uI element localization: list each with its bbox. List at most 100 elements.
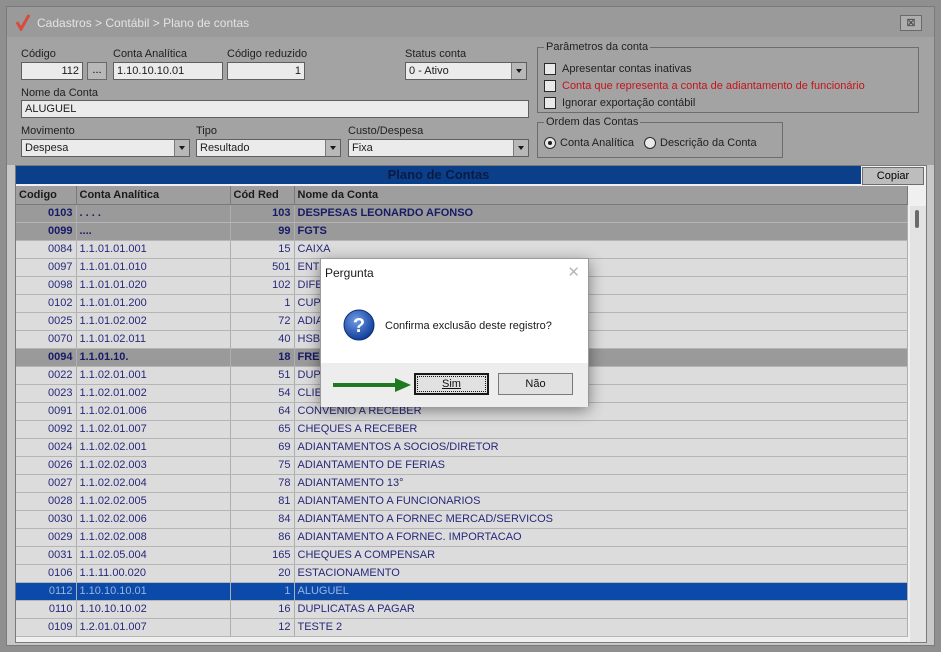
conta-analitica-field[interactable]: 1.10.10.10.01 xyxy=(113,62,223,80)
table-row[interactable]: 0106 1.1.11.00.020 20 ESTACIONAMENTO xyxy=(16,564,908,583)
custo-label: Custo/Despesa xyxy=(348,125,424,137)
cell-cod-red: 84 xyxy=(230,510,295,529)
nome-field[interactable]: ALUGUEL xyxy=(21,100,529,118)
yes-label: Sim xyxy=(442,378,461,390)
cell-codigo: 0024 xyxy=(16,438,77,457)
codigo-lookup-button[interactable]: ... xyxy=(87,62,107,80)
cell-conta-analitica: 1.10.10.10.01 xyxy=(76,582,231,601)
cell-nome: DUPLICATAS A PAGAR xyxy=(294,600,908,619)
cell-cod-red: 1 xyxy=(230,294,295,313)
vertical-scrollbar[interactable] xyxy=(910,206,926,642)
cell-conta-analitica: 1.1.02.02.006 xyxy=(76,510,231,529)
ordem-conta-analitica-radio[interactable]: Conta Analítica Descrição da Conta xyxy=(544,135,757,150)
table-row[interactable]: 0028 1.1.02.02.005 81 ADIANTAMENTO A FUNCIO… xyxy=(16,492,908,511)
cell-codigo: 0028 xyxy=(16,492,77,511)
checkbox-box[interactable] xyxy=(544,79,556,92)
codigo-field[interactable]: 112 xyxy=(21,62,83,80)
cell-nome: DESPESAS LEONARDO AFONSO xyxy=(294,204,908,223)
cell-cod-red: 51 xyxy=(230,366,295,385)
table-row[interactable]: 0026 1.1.02.02.003 75 ADIANTAMENTO DE FERIA… xyxy=(16,456,908,475)
svg-text:?: ? xyxy=(353,315,365,337)
codigo-reduzido-label: Código reduzido xyxy=(227,48,308,60)
checkbox-box[interactable] xyxy=(544,62,556,75)
cell-conta-analitica: 1.10.10.10.02 xyxy=(76,600,231,619)
table-row[interactable]: 0112 1.10.10.10.01 1 ALUGUEL xyxy=(16,582,908,601)
confirm-dialog: Pergunta ✕ ? Confirma exclusão deste reg… xyxy=(320,258,589,407)
cell-nome: ADIANTAMENTO 13° xyxy=(294,474,908,493)
table-row[interactable]: 0031 1.1.02.05.004 165 CHEQUES A COMPENSAR xyxy=(16,546,908,565)
cell-conta-analitica: 1.1.02.01.002 xyxy=(76,384,231,403)
cell-cod-red: 86 xyxy=(230,528,295,547)
cell-cod-red: 165 xyxy=(230,546,295,565)
chevron-down-icon[interactable] xyxy=(325,140,340,156)
cell-cod-red: 1 xyxy=(230,582,295,601)
cell-conta-analitica: 1.1.01.01.020 xyxy=(76,276,231,295)
cell-conta-analitica: 1.1.11.00.020 xyxy=(76,564,231,583)
table-row[interactable]: 0103. . . . 103 DESPESAS LEONARDO AFONSO xyxy=(16,204,908,223)
adiantamento-funcionario-checkbox[interactable]: Conta que representa a conta de adiantam… xyxy=(544,78,865,93)
checkmark-logo-icon xyxy=(15,14,31,31)
custo-value: Fixa xyxy=(352,142,373,154)
cell-nome: ESTACIONAMENTO xyxy=(294,564,908,583)
col-header-conta-analitica[interactable]: Conta Analítica xyxy=(76,186,231,205)
checkbox-box[interactable] xyxy=(544,96,556,109)
radio-selected[interactable] xyxy=(544,136,556,149)
cell-cod-red: 12 xyxy=(230,618,295,637)
accounts-table: Codigo Conta Analítica Cód Red Nome da C… xyxy=(16,186,908,637)
chevron-down-icon[interactable] xyxy=(513,140,528,156)
table-row[interactable]: 0024 1.1.02.02.001 69 ADIANTAMENTOS A SOCIO… xyxy=(16,438,908,457)
codigo-label: Código xyxy=(21,48,56,60)
col-header-cod-red[interactable]: Cód Red xyxy=(230,186,295,205)
radio-unselected[interactable] xyxy=(644,136,656,149)
table-row[interactable]: 0092 1.1.02.01.007 65 CHEQUES A RECEBER xyxy=(16,420,908,439)
col-header-codigo[interactable]: Codigo xyxy=(16,186,77,205)
table-row[interactable]: 0099.... 99 FGTS xyxy=(16,222,908,241)
cell-cod-red: 501 xyxy=(230,258,295,277)
close-icon[interactable]: ✕ xyxy=(567,263,580,281)
movimento-select[interactable]: Despesa xyxy=(21,139,190,157)
cell-cod-red: 69 xyxy=(230,438,295,457)
scrollbar-thumb[interactable] xyxy=(915,210,919,228)
col-header-nome[interactable]: Nome da Conta xyxy=(294,186,908,205)
cell-conta-analitica: .... xyxy=(76,222,231,241)
status-label: Status conta xyxy=(405,48,467,60)
chevron-down-icon[interactable] xyxy=(174,140,189,156)
cell-codigo: 0025 xyxy=(16,312,77,331)
tipo-select[interactable]: Resultado xyxy=(196,139,341,157)
table-row[interactable]: 0084 1.1.01.01.001 15 CAIXA xyxy=(16,240,908,259)
cell-nome: ADIANTAMENTO DE FERIAS xyxy=(294,456,908,475)
cell-conta-analitica: 1.2.01.01.007 xyxy=(76,618,231,637)
cell-codigo: 0099 xyxy=(16,222,77,241)
window-close-button[interactable]: ⊠ xyxy=(900,15,922,31)
breadcrumb: Cadastros > Contábil > Plano de contas xyxy=(37,16,250,30)
cell-cod-red: 81 xyxy=(230,492,295,511)
table-row[interactable]: 0110 1.10.10.10.02 16 DUPLICATAS A PAGAR xyxy=(16,600,908,619)
dialog-title: Pergunta xyxy=(325,266,374,280)
parametros-group: Parâmetros da conta Apresentar contas in… xyxy=(537,41,919,113)
table-row[interactable]: 0027 1.1.02.02.004 78 ADIANTAMENTO 13° xyxy=(16,474,908,493)
ignorar-exportacao-checkbox[interactable]: Ignorar exportação contábil xyxy=(544,95,695,110)
yes-button[interactable]: Sim xyxy=(414,373,489,395)
movimento-label: Movimento xyxy=(21,125,75,137)
table-row[interactable]: 0029 1.1.02.02.008 86 ADIANTAMENTO A FORNEC… xyxy=(16,528,908,547)
cell-cod-red: 40 xyxy=(230,330,295,349)
cell-conta-analitica: 1.1.02.02.005 xyxy=(76,492,231,511)
copy-button[interactable]: Copiar xyxy=(862,167,924,185)
cell-codigo: 0031 xyxy=(16,546,77,565)
parametros-title: Parâmetros da conta xyxy=(544,41,651,53)
nome-label: Nome da Conta xyxy=(21,87,99,99)
cell-codigo: 0092 xyxy=(16,420,77,439)
table-row[interactable]: 0030 1.1.02.02.006 84 ADIANTAMENTO A FORNEC… xyxy=(16,510,908,529)
apresentar-inativas-checkbox[interactable]: Apresentar contas inativas xyxy=(544,61,692,76)
no-button[interactable]: Não xyxy=(498,373,573,395)
status-select[interactable]: 0 - Ativo xyxy=(405,62,527,80)
cell-codigo: 0030 xyxy=(16,510,77,529)
dialog-message: Confirma exclusão deste registro? xyxy=(385,320,552,332)
table-row[interactable]: 0109 1.2.01.01.007 12 TESTE 2 xyxy=(16,618,908,637)
cell-codigo: 0094 xyxy=(16,348,77,367)
chevron-down-icon[interactable] xyxy=(511,63,526,79)
cell-cod-red: 64 xyxy=(230,402,295,421)
codigo-reduzido-field[interactable]: 1 xyxy=(227,62,305,80)
cell-conta-analitica: 1.1.02.02.001 xyxy=(76,438,231,457)
custo-select[interactable]: Fixa xyxy=(348,139,529,157)
